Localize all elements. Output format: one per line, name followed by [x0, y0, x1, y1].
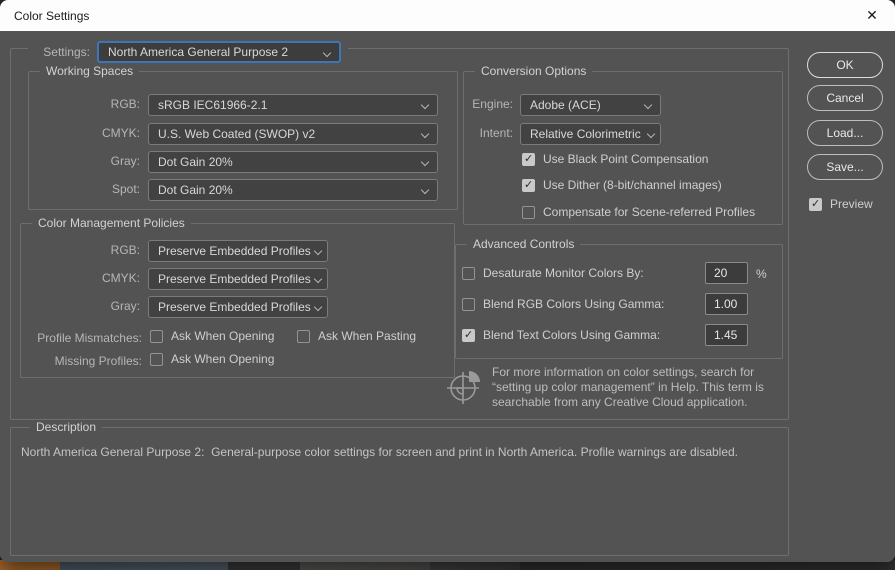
description-title: Description	[30, 420, 103, 434]
dialog-titlebar[interactable]: Color Settings ✕	[0, 0, 895, 31]
cancel-button[interactable]: Cancel	[807, 85, 883, 111]
black-point-compensation-checkbox[interactable]: Use Black Point Compensation	[522, 152, 708, 166]
profile-mismatches-label: Profile Mismatches:	[37, 331, 142, 345]
checkbox-box	[462, 266, 475, 280]
checkbox-box	[522, 152, 535, 166]
checkbox-label: Ask When Opening	[171, 329, 275, 343]
blend-text-gamma-checkbox[interactable]: Blend Text Colors Using Gamma:	[462, 328, 660, 342]
color-settings-dialog: Color Settings ✕ Settings: North America…	[0, 0, 895, 562]
checkbox-label: Blend Text Colors Using Gamma:	[483, 328, 661, 342]
desaturate-percent-field[interactable]: 20	[705, 262, 748, 284]
color-management-policies-title: Color Management Policies	[32, 216, 191, 230]
checkbox-label: Use Dither (8-bit/channel images)	[543, 178, 722, 192]
ws-rgb-dropdown[interactable]: sRGB IEC61966-2.1	[148, 94, 438, 116]
checkbox-label: Blend RGB Colors Using Gamma:	[483, 297, 665, 311]
profile-mismatches-ask-pasting-checkbox[interactable]: Ask When Pasting	[297, 329, 416, 343]
ws-cmyk-label: CMYK:	[101, 126, 140, 140]
conversion-options-title: Conversion Options	[475, 64, 593, 78]
checkbox-label: Desaturate Monitor Colors By:	[483, 266, 644, 280]
preview-checkbox[interactable]: Preview	[809, 197, 873, 211]
ws-gray-dropdown[interactable]: Dot Gain 20%	[148, 151, 438, 173]
engine-value: Adobe (ACE)	[530, 98, 601, 112]
ws-spot-label: Spot:	[111, 182, 140, 196]
chevron-down-icon	[422, 159, 429, 166]
checkbox-label: Preview	[830, 197, 873, 211]
percent-suffix: %	[756, 267, 767, 281]
checkbox-label: Ask When Opening	[171, 352, 275, 366]
missing-profiles-ask-opening-checkbox[interactable]: Ask When Opening	[150, 352, 274, 366]
chevron-down-icon	[315, 248, 322, 255]
working-spaces-title: Working Spaces	[40, 64, 140, 78]
use-dither-checkbox[interactable]: Use Dither (8-bit/channel images)	[522, 178, 722, 192]
ok-button[interactable]: OK	[807, 52, 883, 78]
checkbox-box	[522, 205, 535, 219]
chevron-down-icon	[422, 131, 429, 138]
advanced-controls-title: Advanced Controls	[467, 237, 581, 251]
ws-spot-value: Dot Gain 20%	[158, 183, 233, 197]
ws-spot-dropdown[interactable]: Dot Gain 20%	[148, 179, 438, 201]
cmp-cmyk-dropdown[interactable]: Preserve Embedded Profiles	[148, 268, 328, 290]
chevron-down-icon	[648, 131, 655, 138]
close-icon[interactable]: ✕	[849, 0, 895, 31]
checkbox-box	[462, 328, 475, 342]
intent-dropdown[interactable]: Relative Colorimetric	[520, 123, 661, 145]
checkbox-box	[150, 352, 163, 366]
checkbox-label: Compensate for Scene-referred Profiles	[543, 205, 756, 219]
chevron-down-icon	[315, 304, 322, 311]
chevron-down-icon	[324, 50, 331, 57]
blend-text-gamma-field[interactable]: 1.45	[705, 324, 748, 346]
blend-rgb-gamma-checkbox[interactable]: Blend RGB Colors Using Gamma:	[462, 297, 664, 311]
ws-gray-label: Gray:	[110, 154, 140, 168]
save-button[interactable]: Save...	[807, 154, 883, 180]
checkbox-box	[297, 329, 310, 343]
engine-label: Engine:	[472, 97, 513, 111]
chevron-down-icon	[422, 187, 429, 194]
cmp-gray-dropdown[interactable]: Preserve Embedded Profiles	[148, 296, 328, 318]
engine-dropdown[interactable]: Adobe (ACE)	[520, 94, 661, 116]
chevron-down-icon	[315, 276, 322, 283]
blend-rgb-gamma-field[interactable]: 1.00	[705, 293, 748, 315]
checkbox-box	[150, 329, 163, 343]
ws-cmyk-dropdown[interactable]: U.S. Web Coated (SWOP) v2	[148, 123, 438, 145]
dialog-title: Color Settings	[14, 8, 90, 23]
intent-label: Intent:	[479, 126, 513, 140]
checkbox-box	[809, 197, 822, 211]
chevron-down-icon	[422, 102, 429, 109]
settings-dropdown[interactable]: North America General Purpose 2	[97, 41, 341, 63]
cmp-cmyk-value: Preserve Embedded Profiles	[158, 272, 311, 286]
help-info-text: For more information on color settings, …	[492, 365, 764, 409]
desaturate-monitor-checkbox[interactable]: Desaturate Monitor Colors By:	[462, 266, 644, 280]
chevron-down-icon	[645, 102, 652, 109]
cmp-rgb-label: RGB:	[110, 243, 140, 257]
description-text: North America General Purpose 2: General…	[21, 445, 739, 459]
load-button[interactable]: Load...	[807, 120, 883, 146]
scene-referred-profiles-checkbox[interactable]: Compensate for Scene-referred Profiles	[522, 205, 755, 219]
ws-cmyk-value: U.S. Web Coated (SWOP) v2	[158, 127, 316, 141]
settings-dropdown-value: North America General Purpose 2	[108, 45, 289, 59]
ws-rgb-label: RGB:	[110, 97, 140, 111]
ws-gray-value: Dot Gain 20%	[158, 155, 233, 169]
color-management-registration-icon	[447, 371, 480, 404]
cmp-rgb-dropdown[interactable]: Preserve Embedded Profiles	[148, 240, 328, 262]
cmp-rgb-value: Preserve Embedded Profiles	[158, 244, 311, 258]
cmp-gray-value: Preserve Embedded Profiles	[158, 300, 311, 314]
checkbox-box	[462, 297, 475, 311]
ws-rgb-value: sRGB IEC61966-2.1	[158, 98, 268, 112]
profile-mismatches-ask-opening-checkbox[interactable]: Ask When Opening	[150, 329, 274, 343]
intent-value: Relative Colorimetric	[530, 127, 641, 141]
checkbox-box	[522, 178, 535, 192]
checkbox-label: Use Black Point Compensation	[543, 152, 709, 166]
checkbox-label: Ask When Pasting	[318, 329, 417, 343]
cmp-cmyk-label: CMYK:	[101, 271, 140, 285]
cmp-gray-label: Gray:	[110, 299, 140, 313]
dialog-body: Settings: North America General Purpose …	[0, 31, 895, 562]
missing-profiles-label: Missing Profiles:	[54, 354, 142, 368]
settings-label: Settings:	[43, 45, 90, 59]
